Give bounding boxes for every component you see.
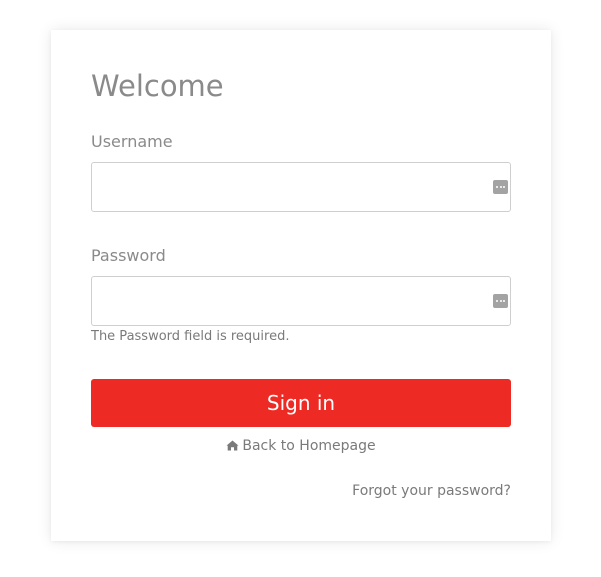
forgot-password-link[interactable]: Forgot your password?: [352, 481, 511, 501]
username-field-box: [91, 162, 511, 212]
back-to-homepage-link[interactable]: Back to Homepage: [51, 436, 551, 456]
back-to-homepage-label: Back to Homepage: [242, 438, 376, 454]
password-field-box: [91, 276, 511, 326]
password-manager-icon[interactable]: [493, 180, 508, 194]
password-label: Password: [91, 246, 166, 265]
login-card: Welcome Username Password The Password f…: [51, 30, 551, 541]
username-label: Username: [91, 132, 173, 151]
username-input[interactable]: [92, 163, 492, 209]
sign-in-button[interactable]: Sign in: [91, 379, 511, 427]
password-error-message: The Password field is required.: [91, 329, 290, 344]
password-manager-icon[interactable]: [493, 294, 508, 308]
home-icon: [226, 440, 239, 451]
password-input[interactable]: [92, 277, 492, 323]
page-title: Welcome: [91, 69, 224, 103]
